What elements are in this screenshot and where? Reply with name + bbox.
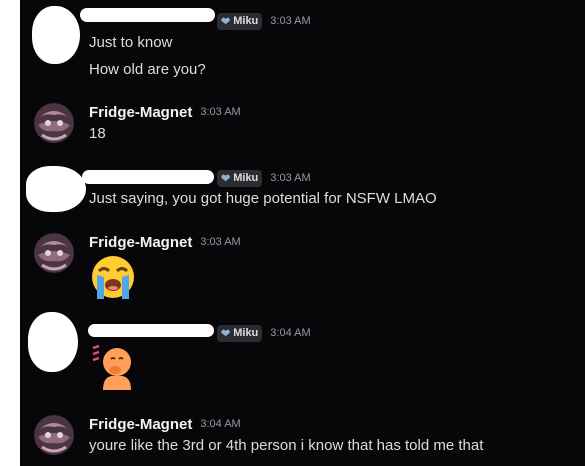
tag-label: Miku (233, 172, 259, 184)
message-header: ❤ Miku 3:03 AM (213, 11, 311, 31)
avatar[interactable] (34, 415, 74, 455)
message-header: Fridge-Magnet 3:04 AM (89, 414, 241, 434)
tag-label: Miku (233, 327, 259, 339)
window-edge (0, 0, 20, 466)
heart-icon: ❤ (221, 327, 231, 340)
timestamp[interactable]: 3:04 AM (270, 327, 310, 339)
redacted-username (82, 170, 214, 184)
chat-log[interactable]: ❤ Miku 3:03 AM Just to know How old are … (20, 0, 585, 466)
message-text: Just to know (89, 34, 173, 51)
redacted-username (88, 324, 214, 337)
timestamp[interactable]: 3:03 AM (200, 106, 240, 118)
heart-icon: ❤ (221, 172, 231, 185)
message-text: 18 (89, 125, 106, 142)
timestamp[interactable]: 3:03 AM (270, 15, 310, 27)
username[interactable]: Fridge-Magnet (89, 104, 192, 121)
message-text: Just saying, you got huge potential for … (89, 190, 437, 207)
heart-icon: ❤ (221, 15, 231, 28)
redacted-avatar (28, 312, 78, 372)
loudly-crying-face-icon[interactable] (89, 253, 137, 301)
timestamp[interactable]: 3:03 AM (200, 236, 240, 248)
user-tag[interactable]: ❤ Miku (217, 324, 263, 342)
user-tag[interactable]: ❤ Miku (217, 12, 263, 30)
message-header: ❤ Miku 3:03 AM (213, 168, 311, 188)
avatar[interactable] (34, 103, 74, 143)
message-header: Fridge-Magnet 3:03 AM (89, 102, 241, 122)
message-header: Fridge-Magnet 3:03 AM (89, 232, 241, 252)
redacted-username (80, 8, 215, 22)
message-text: How old are you? (89, 61, 206, 78)
username[interactable]: Fridge-Magnet (89, 416, 192, 433)
face-with-hand-over-mouth-icon[interactable] (89, 344, 137, 392)
avatar[interactable] (34, 233, 74, 273)
message-text: youre like the 3rd or 4th person i know … (89, 437, 484, 454)
timestamp[interactable]: 3:04 AM (200, 418, 240, 430)
timestamp[interactable]: 3:03 AM (270, 172, 310, 184)
user-tag[interactable]: ❤ Miku (217, 169, 263, 187)
redacted-avatar (32, 6, 80, 64)
message-header: ❤ Miku 3:04 AM (213, 323, 311, 343)
redacted-avatar (26, 166, 86, 212)
tag-label: Miku (233, 15, 259, 27)
username[interactable]: Fridge-Magnet (89, 234, 192, 251)
